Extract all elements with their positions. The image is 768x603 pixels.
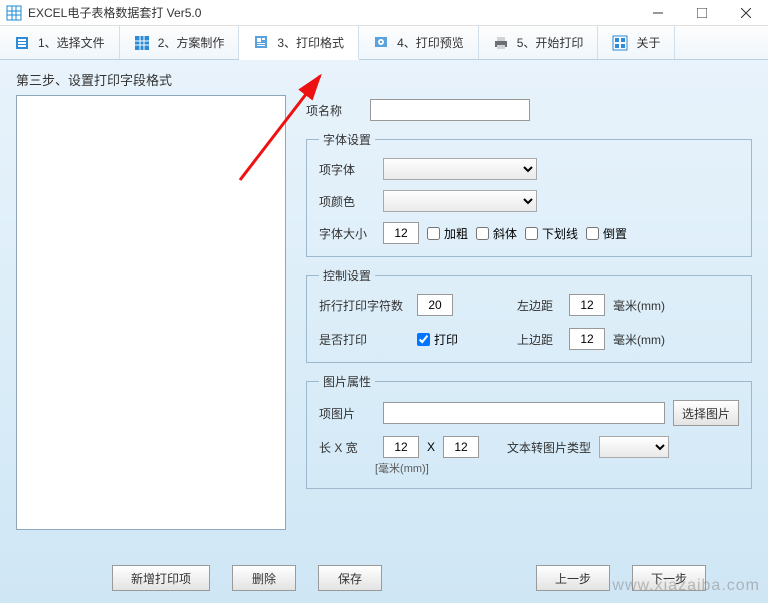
font-settings-legend: 字体设置 bbox=[319, 131, 375, 148]
invert-checkbox[interactable]: 倒置 bbox=[586, 225, 627, 242]
bold-label: 加粗 bbox=[444, 225, 468, 242]
about-icon bbox=[612, 35, 628, 51]
add-print-item-button[interactable]: 新增打印项 bbox=[112, 565, 210, 591]
prev-step-button[interactable]: 上一步 bbox=[536, 565, 610, 591]
field-name-label: 项名称 bbox=[306, 102, 362, 119]
toolbar-label: 1、选择文件 bbox=[38, 34, 105, 51]
toolbar: 1、选择文件 2、方案制作 3、打印格式 4、打印预览 5、开始打印 关于 bbox=[0, 26, 768, 60]
bottom-button-bar: 新增打印项 删除 保存 上一步 下一步 bbox=[0, 565, 768, 591]
font-settings-group: 字体设置 项字体 项颜色 字体大小 加粗 斜体 下划线 倒置 bbox=[306, 131, 752, 257]
file-icon bbox=[14, 35, 30, 51]
close-button[interactable] bbox=[724, 0, 768, 26]
toolbar-label: 3、打印格式 bbox=[277, 34, 344, 51]
save-button[interactable]: 保存 bbox=[318, 565, 382, 591]
font-label: 项字体 bbox=[319, 161, 375, 178]
image-field-label: 项图片 bbox=[319, 405, 375, 422]
close-icon bbox=[741, 8, 751, 18]
print-checkbox-label: 打印 bbox=[434, 331, 458, 348]
toolbar-plan[interactable]: 2、方案制作 bbox=[120, 26, 240, 59]
delete-button[interactable]: 删除 bbox=[232, 565, 296, 591]
format-icon bbox=[253, 34, 269, 50]
width-input[interactable] bbox=[383, 436, 419, 458]
wrap-input[interactable] bbox=[417, 294, 453, 316]
wh-label: 长 X 宽 bbox=[319, 439, 375, 456]
printer-icon bbox=[493, 35, 509, 51]
toolbar-label: 2、方案制作 bbox=[158, 34, 225, 51]
left-margin-label: 左边距 bbox=[517, 297, 561, 314]
font-select[interactable] bbox=[383, 158, 537, 180]
toolbar-preview[interactable]: 4、打印预览 bbox=[359, 26, 479, 59]
content-area: 第三步、设置打印字段格式 项名称 字体设置 项字体 项颜色 bbox=[0, 60, 768, 603]
wrap-label: 折行打印字符数 bbox=[319, 297, 409, 314]
left-margin-input[interactable] bbox=[569, 294, 605, 316]
italic-label: 斜体 bbox=[493, 225, 517, 242]
image-settings-group: 图片属性 项图片 选择图片 长 X 宽 X 文本转图片类型 [毫米(mm)] bbox=[306, 373, 752, 489]
toolbar-select-file[interactable]: 1、选择文件 bbox=[0, 26, 120, 59]
underline-checkbox[interactable]: 下划线 bbox=[525, 225, 578, 242]
minimize-icon bbox=[653, 8, 663, 18]
minimize-button[interactable] bbox=[636, 0, 680, 26]
size-input[interactable] bbox=[383, 222, 419, 244]
color-label: 项颜色 bbox=[319, 193, 375, 210]
preview-icon bbox=[373, 35, 389, 51]
image-legend: 图片属性 bbox=[319, 373, 375, 390]
image-path-input[interactable] bbox=[383, 402, 665, 424]
control-legend: 控制设置 bbox=[319, 267, 375, 284]
app-icon bbox=[6, 5, 22, 21]
text2img-select[interactable] bbox=[599, 436, 669, 458]
toolbar-label: 关于 bbox=[636, 34, 660, 51]
mm-unit2: [毫米(mm)] bbox=[375, 460, 429, 476]
grid-icon bbox=[134, 35, 150, 51]
x-separator: X bbox=[427, 440, 435, 454]
toolbar-label: 5、开始打印 bbox=[517, 34, 584, 51]
maximize-button[interactable] bbox=[680, 0, 724, 26]
control-settings-group: 控制设置 折行打印字符数 左边距 毫米(mm) 是否打印 打印 上边距 毫米(m… bbox=[306, 267, 752, 363]
toolbar-start-print[interactable]: 5、开始打印 bbox=[479, 26, 599, 59]
toolbar-about[interactable]: 关于 bbox=[598, 26, 675, 59]
field-name-input[interactable] bbox=[370, 99, 530, 121]
bold-checkbox[interactable]: 加粗 bbox=[427, 225, 468, 242]
mm-unit: 毫米(mm) bbox=[613, 331, 665, 348]
top-margin-label: 上边距 bbox=[517, 331, 561, 348]
italic-checkbox[interactable]: 斜体 bbox=[476, 225, 517, 242]
step-title: 第三步、设置打印字段格式 bbox=[16, 70, 752, 89]
mm-unit: 毫米(mm) bbox=[613, 297, 665, 314]
next-step-button[interactable]: 下一步 bbox=[632, 565, 706, 591]
underline-label: 下划线 bbox=[542, 225, 578, 242]
top-margin-input[interactable] bbox=[569, 328, 605, 350]
size-label: 字体大小 bbox=[319, 225, 375, 242]
color-select[interactable] bbox=[383, 190, 537, 212]
titlebar: EXCEL电子表格数据套打 Ver5.0 bbox=[0, 0, 768, 26]
toolbar-label: 4、打印预览 bbox=[397, 34, 464, 51]
window-title: EXCEL电子表格数据套打 Ver5.0 bbox=[28, 4, 201, 21]
maximize-icon bbox=[697, 8, 707, 18]
toolbar-print-format[interactable]: 3、打印格式 bbox=[239, 26, 359, 60]
print-checkbox[interactable]: 打印 bbox=[417, 331, 477, 348]
text2img-label: 文本转图片类型 bbox=[507, 439, 591, 456]
field-listbox[interactable] bbox=[16, 95, 286, 530]
choose-image-button[interactable]: 选择图片 bbox=[673, 400, 739, 426]
print-switch-label: 是否打印 bbox=[319, 331, 409, 348]
height-input[interactable] bbox=[443, 436, 479, 458]
invert-label: 倒置 bbox=[603, 225, 627, 242]
